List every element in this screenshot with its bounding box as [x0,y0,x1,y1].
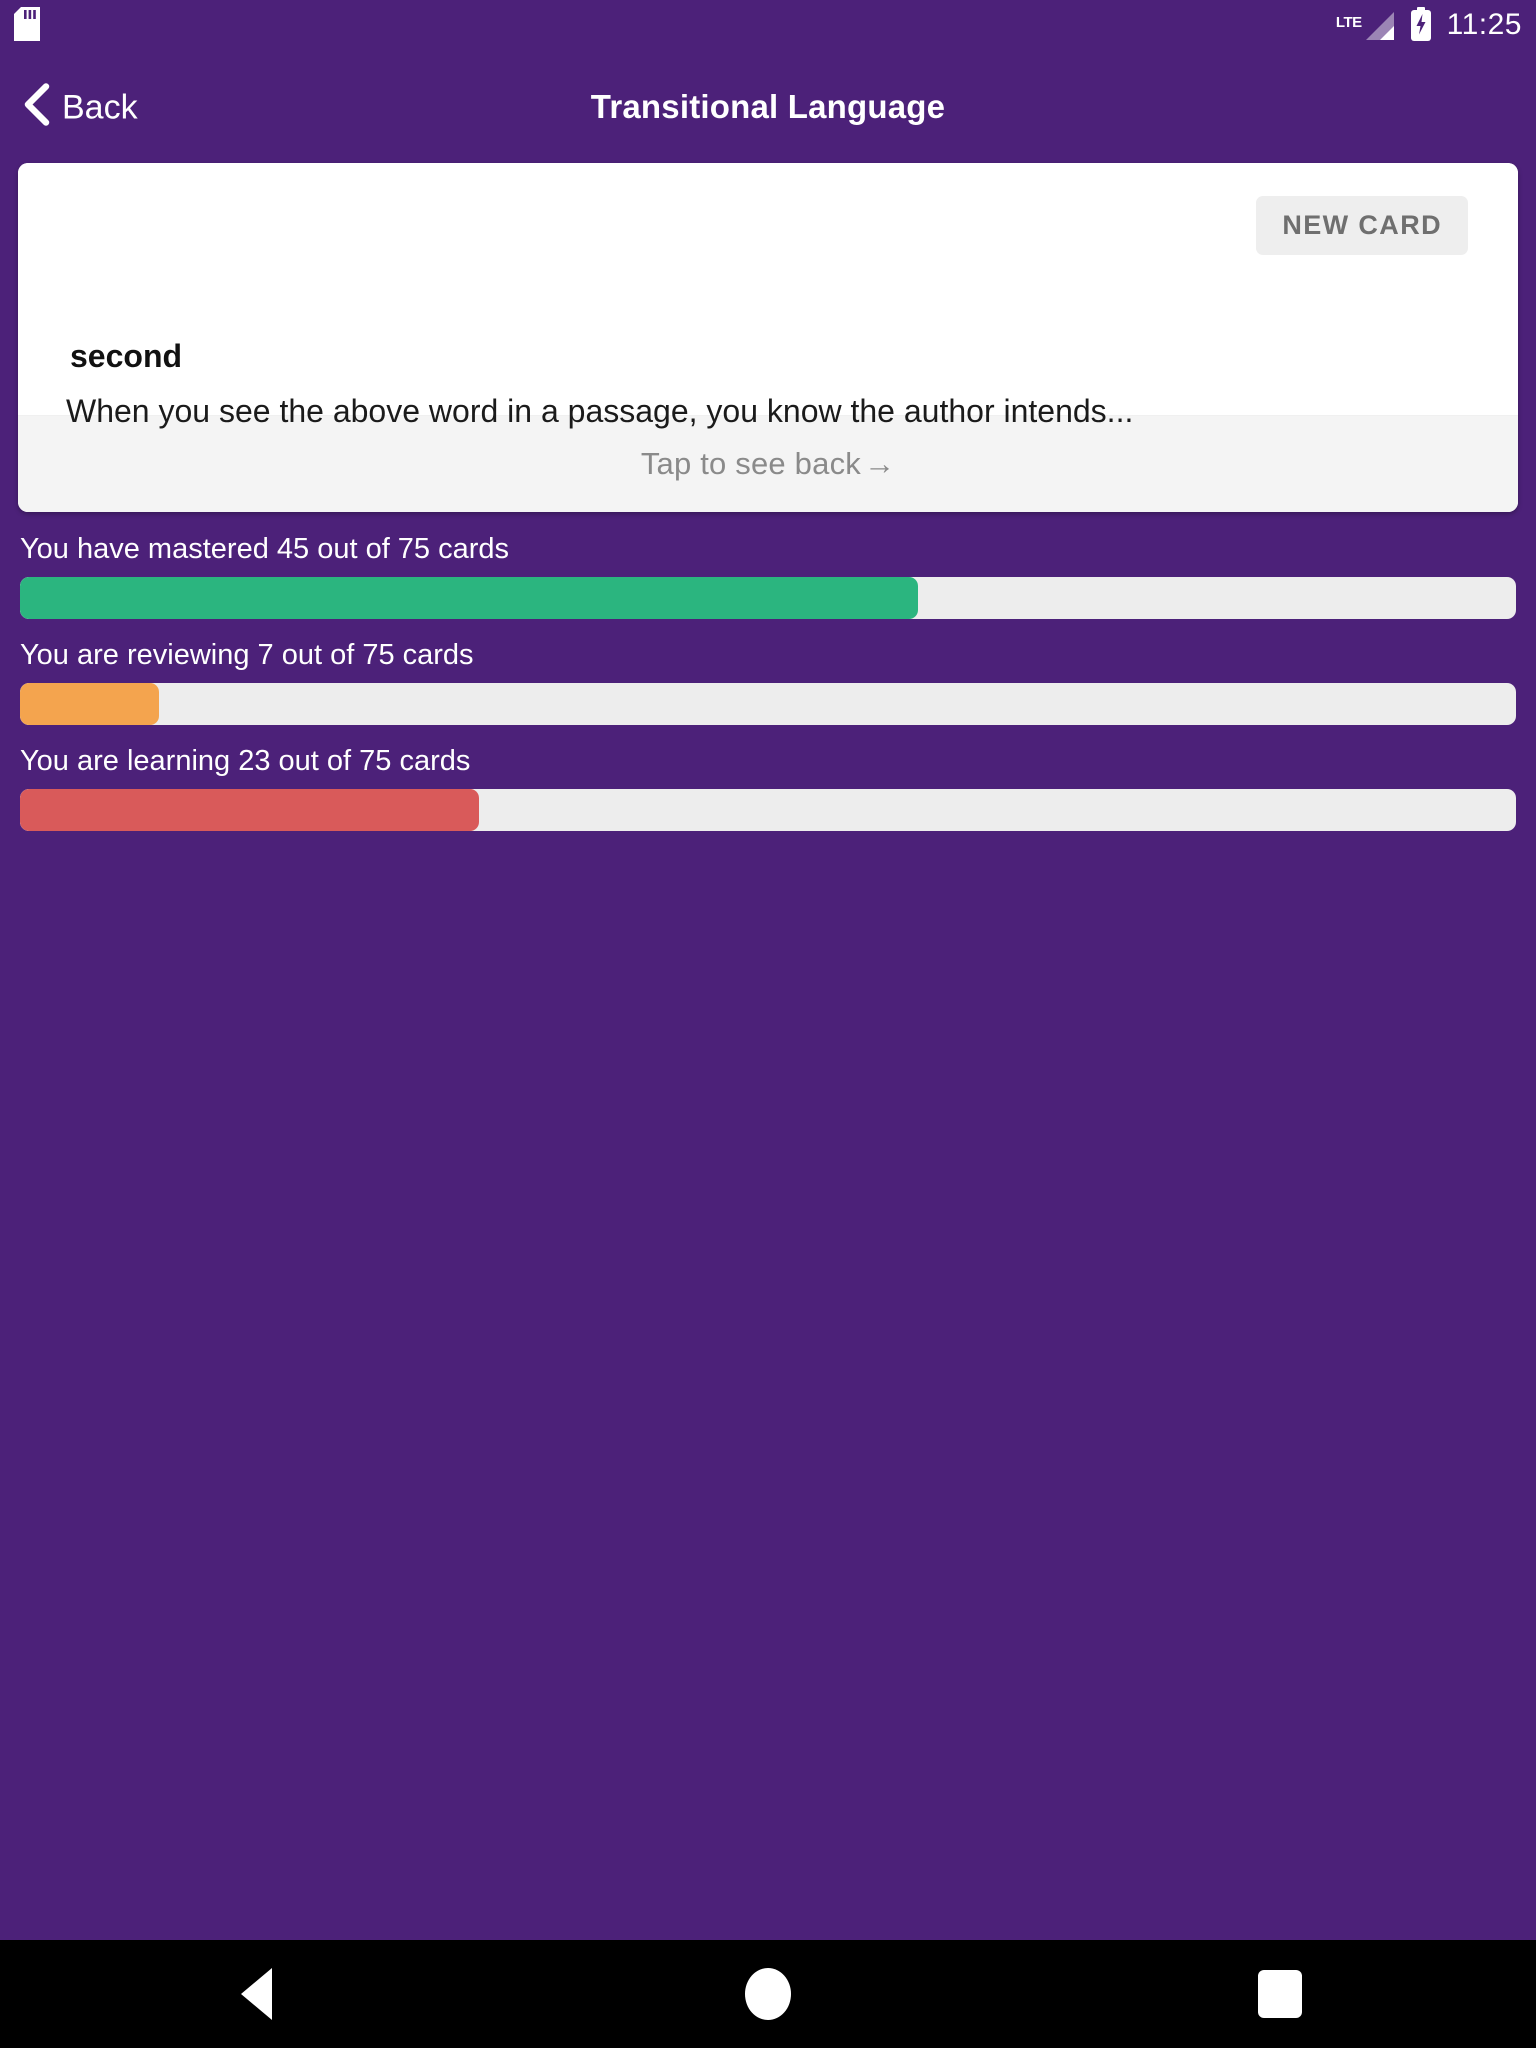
network-type-label: LTE [1335,14,1362,31]
progress-group-learning: You are learning 23 out of 75 cards [0,747,1536,831]
progress-section: You have mastered 45 out of 75 cards You… [0,535,1536,853]
android-navigation-bar [0,1940,1536,2048]
nav-back-button[interactable] [0,1940,512,2048]
new-card-badge[interactable]: NEW CARD [1256,196,1468,255]
progress-track-learning [20,789,1516,831]
nav-recents-button[interactable] [1024,1940,1536,2048]
progress-fill-reviewing [20,683,160,725]
tap-to-see-back-text: Tap to see back [640,446,861,481]
arrow-right-icon: → [863,446,896,481]
page-title: Transitional Language [590,88,946,125]
progress-label-learning: You are learning 23 out of 75 cards [20,745,471,777]
flashcard-front: NEW CARD second When you see the above w… [18,163,1518,429]
app-bar: Back Transitional Language [0,52,1536,162]
battery-charging-icon [1409,6,1433,46]
signal-bars-icon: LTE [1335,10,1395,42]
tap-to-see-back-label: Tap to see back → [641,446,895,482]
status-bar: LTE 11:25 [0,0,1536,52]
sd-card-icon [14,6,40,46]
progress-fill-mastered [20,577,918,619]
progress-label-mastered: You have mastered 45 out of 75 cards [20,533,510,565]
status-bar-clock: 11:25 [1446,8,1522,41]
flashcard[interactable]: NEW CARD second When you see the above w… [18,163,1518,512]
progress-group-mastered: You have mastered 45 out of 75 cards [0,535,1536,619]
progress-track-mastered [20,577,1516,619]
progress-label-reviewing: You are reviewing 7 out of 75 cards [20,639,474,671]
flashcard-prompt: When you see the above word in a passage… [66,393,1134,429]
triangle-back-icon [240,1968,272,2020]
progress-fill-learning [20,789,480,831]
square-recents-icon [1258,1970,1302,2018]
progress-track-reviewing [20,683,1516,725]
flashcard-term: second [70,338,183,374]
status-bar-left [14,6,40,46]
status-bar-right: LTE 11:25 [1335,6,1522,46]
app-screen: LTE 11:25 Back Transitional Language NEW… [0,0,1536,2048]
nav-home-button[interactable] [512,1940,1024,2048]
progress-group-reviewing: You are reviewing 7 out of 75 cards [0,641,1536,725]
circle-home-icon [745,1968,791,2020]
